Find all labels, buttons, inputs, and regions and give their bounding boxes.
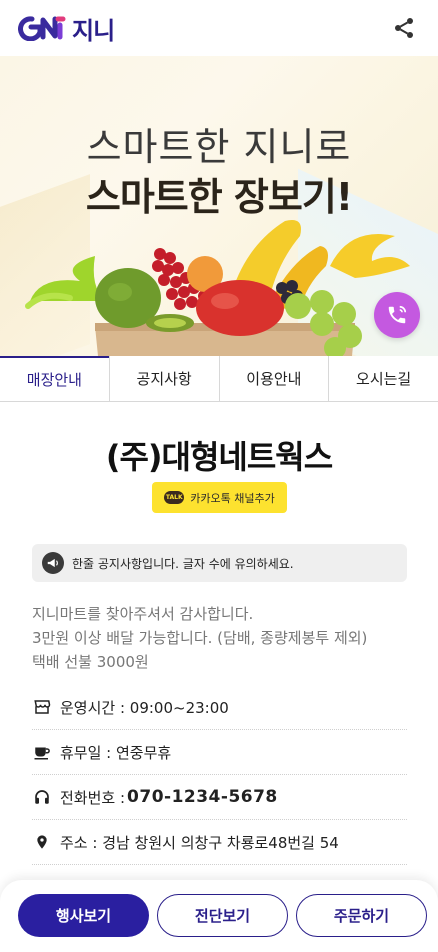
phone-call-icon: [388, 305, 407, 324]
hours-text: 운영시간 : 09:00~23:00: [60, 698, 229, 717]
share-button[interactable]: [388, 12, 420, 44]
kakao-channel-add-label: 카카오톡 채널추가: [190, 491, 275, 505]
kakao-talk-icon: TALK: [164, 491, 185, 504]
info-row-hours: 운영시간 : 09:00~23:00: [32, 685, 407, 730]
info-row-holiday: 휴무일 : 연중무휴: [32, 730, 407, 775]
phone-number[interactable]: 070-1234-5678: [127, 787, 278, 807]
store-description: 지니마트를 찾아주셔서 감사합니다. 3만원 이상 배달 가능합니다. (담배,…: [32, 602, 422, 674]
logo-text: 지니: [72, 16, 115, 45]
app-header: 지니: [0, 0, 438, 56]
description-line: 택배 선불 3000원: [32, 653, 149, 671]
hero-banner[interactable]: 스마트한 지니로 스마트한 장보기!: [0, 56, 438, 356]
coffee-cup-icon: [32, 742, 52, 762]
store-icon: [32, 697, 52, 717]
call-button[interactable]: [374, 292, 420, 338]
view-events-button[interactable]: 행사보기: [18, 894, 149, 937]
share-icon: [395, 18, 413, 38]
megaphone-icon: [42, 552, 64, 574]
banner-headline: 스마트한 지니로: [86, 125, 352, 169]
order-button[interactable]: 주문하기: [296, 894, 427, 937]
tab-bar: 매장안내 공지사항 이용안내 오시는길: [0, 356, 438, 402]
info-row-phone[interactable]: 전화번호 : 070-1234-5678: [32, 775, 407, 820]
holiday-text: 휴무일 : 연중무휴: [60, 743, 172, 762]
address-text: 주소 : 경남 창원시 의창구 차룡로48번길 54: [60, 833, 339, 852]
location-pin-icon: [32, 832, 52, 852]
view-flyer-button[interactable]: 전단보기: [157, 894, 288, 937]
notice-banner[interactable]: 한줄 공지사항입니다. 글자 수에 유의하세요.: [32, 544, 407, 582]
tab-store-info[interactable]: 매장안내: [0, 356, 109, 401]
tab-notice[interactable]: 공지사항: [108, 356, 219, 401]
notice-text: 한줄 공지사항입니다. 글자 수에 유의하세요.: [72, 556, 294, 571]
bottom-action-bar: 행사보기 전단보기 주문하기: [0, 880, 438, 952]
fruit-bag-illustration: [25, 220, 410, 356]
gn-logo-icon: [18, 16, 66, 41]
phone-label: 전화번호 :: [60, 788, 126, 807]
description-line: 3만원 이상 배달 가능합니다. (담배, 종량제봉투 제외): [32, 629, 368, 647]
description-line: 지니마트를 찾아주셔서 감사합니다.: [32, 605, 254, 623]
store-name: (주)대형네트웍스: [105, 438, 333, 476]
headset-icon: [32, 787, 52, 807]
kakao-channel-add-button[interactable]: TALK 카카오톡 채널추가: [152, 482, 287, 513]
info-row-address: 주소 : 경남 창원시 의창구 차룡로48번길 54: [32, 820, 407, 865]
tab-usage-guide[interactable]: 이용안내: [218, 356, 329, 401]
tab-directions[interactable]: 오시는길: [328, 356, 438, 401]
logo[interactable]: 지니: [18, 11, 115, 46]
